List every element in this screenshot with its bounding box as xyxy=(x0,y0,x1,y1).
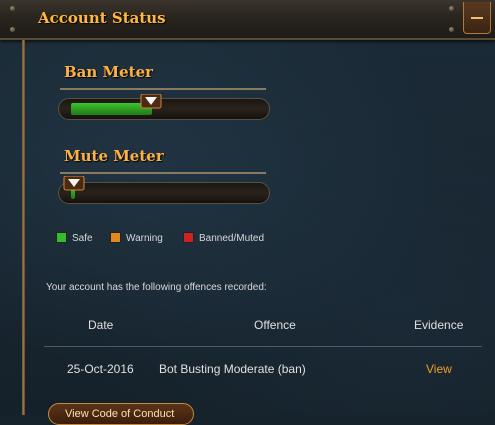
legend-item-warning: Warning xyxy=(110,232,163,244)
legend-label: Warning xyxy=(126,233,163,244)
rivet-icon xyxy=(10,6,15,11)
mute-meter-marker-icon xyxy=(63,176,85,191)
legend-item-safe: Safe xyxy=(56,232,93,244)
ban-meter-marker-icon xyxy=(140,94,162,109)
mute-meter-track xyxy=(58,182,270,204)
panel-header: Account Status xyxy=(0,0,495,40)
view-code-of-conduct-button[interactable]: View Code of Conduct xyxy=(48,403,194,425)
offence-date: 25-Oct-2016 xyxy=(67,362,134,376)
legend-item-banned: Banned/Muted xyxy=(183,232,264,244)
offence-name: Bot Busting Moderate (ban) xyxy=(159,362,306,376)
legend-label: Safe xyxy=(72,233,93,244)
banned-swatch-icon xyxy=(183,232,194,243)
warning-swatch-icon xyxy=(110,232,121,243)
minus-icon xyxy=(471,17,483,19)
legend-label: Banned/Muted xyxy=(199,233,265,244)
rivet-icon xyxy=(10,27,15,32)
ban-meter-track xyxy=(58,98,270,120)
mute-meter-title: Mute Meter xyxy=(64,147,164,165)
view-evidence-link[interactable]: View xyxy=(426,362,452,376)
offences-intro: Your account has the following offences … xyxy=(46,282,267,293)
rivet-icon xyxy=(449,27,454,32)
frame-rail xyxy=(22,40,25,415)
rivet-icon xyxy=(449,6,454,11)
safe-swatch-icon xyxy=(56,232,67,243)
ban-meter-divider xyxy=(60,88,266,90)
column-header-offence: Offence xyxy=(254,318,296,332)
collapse-button[interactable] xyxy=(463,2,491,34)
panel-title: Account Status xyxy=(38,9,166,27)
table-divider xyxy=(44,346,482,347)
ban-meter-title: Ban Meter xyxy=(64,63,154,81)
mute-meter-divider xyxy=(60,172,266,174)
account-status-panel: Account Status Ban Meter Mute Meter Safe… xyxy=(0,0,495,425)
column-header-evidence: Evidence xyxy=(414,318,464,332)
column-header-date: Date xyxy=(88,318,114,332)
